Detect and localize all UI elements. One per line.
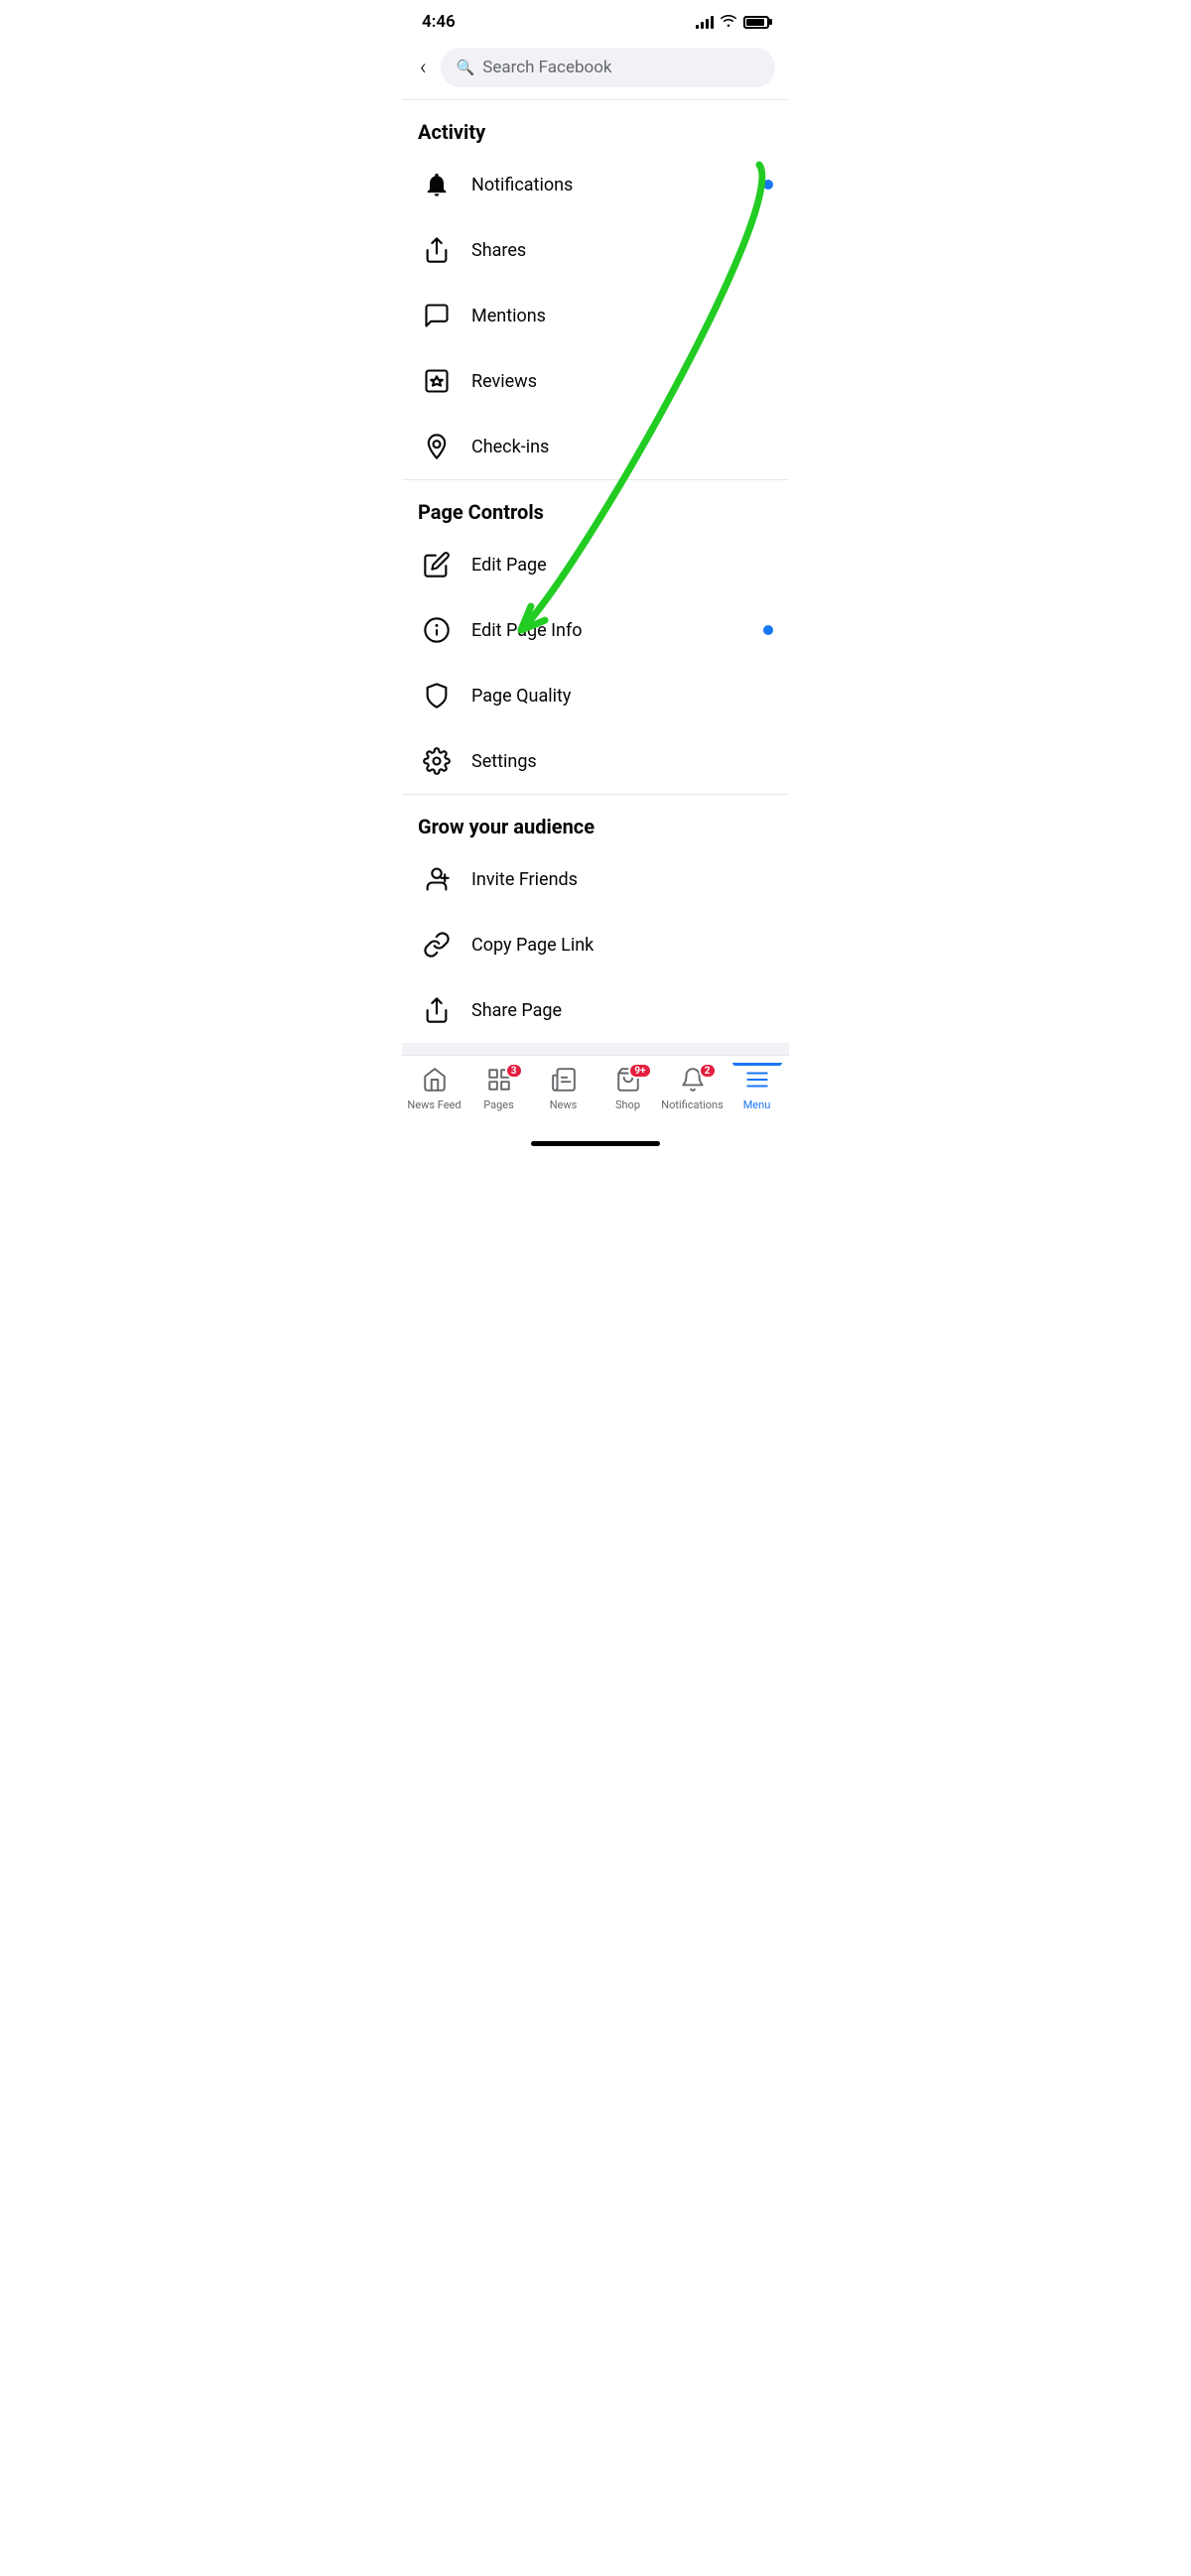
menu-item-mentions[interactable]: Mentions <box>402 283 789 348</box>
menu-item-label-notifications: Notifications <box>471 175 747 195</box>
tab-pages[interactable]: 3 Pages <box>466 1064 531 1115</box>
tab-news-feed[interactable]: News Feed <box>402 1064 466 1115</box>
menu-item-label-page-quality: Page Quality <box>471 686 773 707</box>
tab-active-line <box>732 1063 782 1066</box>
tab-menu[interactable]: Menu <box>725 1064 789 1115</box>
wifi-icon <box>720 13 737 31</box>
search-icon: 🔍 <box>457 59 475 76</box>
menu-item-copy-page-link[interactable]: Copy Page Link <box>402 912 789 977</box>
section-header-grow-audience: Grow your audience <box>402 795 789 846</box>
menu-item-checkins[interactable]: Check-ins <box>402 414 789 479</box>
edit-icon <box>418 546 456 583</box>
tab-bar: News Feed 3 Pages News 9+ Shop 2 Notifications M… <box>402 1055 789 1135</box>
share-icon <box>418 991 456 1029</box>
menu-item-notifications[interactable]: Notifications <box>402 152 789 217</box>
menu-item-page-quality[interactable]: Page Quality <box>402 663 789 728</box>
status-time: 4:46 <box>422 12 456 32</box>
menu-item-label-shares: Shares <box>471 240 773 261</box>
notification-dot-notifications <box>763 180 773 190</box>
home-indicator <box>531 1141 660 1146</box>
bell-icon <box>418 166 456 203</box>
signal-icon <box>696 15 714 29</box>
menu-item-shares[interactable]: Shares <box>402 217 789 283</box>
status-bar: 4:46 <box>402 0 789 40</box>
link-icon <box>418 926 456 964</box>
menu-item-share-page[interactable]: Share Page <box>402 977 789 1043</box>
menu-item-label-invite-friends: Invite Friends <box>471 869 773 890</box>
section-activity: Activity Notifications Shares Mentions Revie… <box>402 100 789 480</box>
invite-icon <box>418 860 456 898</box>
status-icons <box>696 13 769 31</box>
menu-item-label-share-page: Share Page <box>471 1000 773 1021</box>
share-icon <box>418 231 456 269</box>
menu-item-invite-friends[interactable]: Invite Friends <box>402 846 789 912</box>
back-button[interactable]: ‹ <box>416 52 431 84</box>
tab-label-news: News <box>550 1098 578 1111</box>
tab-label-news-feed: News Feed <box>407 1098 461 1111</box>
tab-icon-news-feed <box>422 1067 448 1096</box>
tab-shop[interactable]: 9+ Shop <box>596 1064 660 1115</box>
tab-label-menu: Menu <box>743 1098 771 1111</box>
menu-item-label-edit-page: Edit Page <box>471 555 773 576</box>
info-icon <box>418 611 456 649</box>
section-header-activity: Activity <box>402 100 789 152</box>
menu-item-label-copy-page-link: Copy Page Link <box>471 935 773 956</box>
tab-notifications-tab[interactable]: 2 Notifications <box>660 1064 725 1115</box>
checkin-icon <box>418 428 456 465</box>
tab-icon-news <box>551 1067 577 1096</box>
notification-dot-edit-page-info <box>763 625 773 635</box>
mention-icon <box>418 297 456 334</box>
tab-label-pages: Pages <box>483 1098 514 1111</box>
tab-icon-menu <box>744 1067 770 1096</box>
tab-badge-pages: 3 <box>505 1063 523 1079</box>
tab-label-notifications-tab: Notifications <box>661 1098 724 1111</box>
menu-item-label-reviews: Reviews <box>471 371 773 392</box>
section-header-page-controls: Page Controls <box>402 480 789 532</box>
section-grow-audience: Grow your audience Invite Friends Copy Pag… <box>402 795 789 1043</box>
reviews-icon <box>418 362 456 400</box>
tab-label-shop: Shop <box>615 1098 640 1111</box>
shield-icon <box>418 677 456 714</box>
battery-icon <box>743 16 769 29</box>
gray-spacer <box>402 1043 789 1055</box>
search-bar-container: ‹ 🔍 Search Facebook <box>402 40 789 99</box>
menu-item-label-settings: Settings <box>471 751 773 772</box>
tab-badge-notifications-tab: 2 <box>699 1063 717 1079</box>
search-bar[interactable]: 🔍 Search Facebook <box>441 48 775 87</box>
menu-item-reviews[interactable]: Reviews <box>402 348 789 414</box>
menu-item-settings[interactable]: Settings <box>402 728 789 794</box>
menu-item-label-edit-page-info: Edit Page Info <box>471 620 747 641</box>
search-placeholder: Search Facebook <box>482 58 611 77</box>
tab-news[interactable]: News <box>531 1064 596 1115</box>
section-page-controls: Page Controls Edit Page Edit Page Info Page… <box>402 480 789 795</box>
menu-item-label-mentions: Mentions <box>471 306 773 326</box>
settings-icon <box>418 742 456 780</box>
menu-item-edit-page[interactable]: Edit Page <box>402 532 789 597</box>
tab-badge-shop: 9+ <box>628 1063 651 1079</box>
menu-item-label-checkins: Check-ins <box>471 437 773 457</box>
menu-item-edit-page-info[interactable]: Edit Page Info <box>402 597 789 663</box>
